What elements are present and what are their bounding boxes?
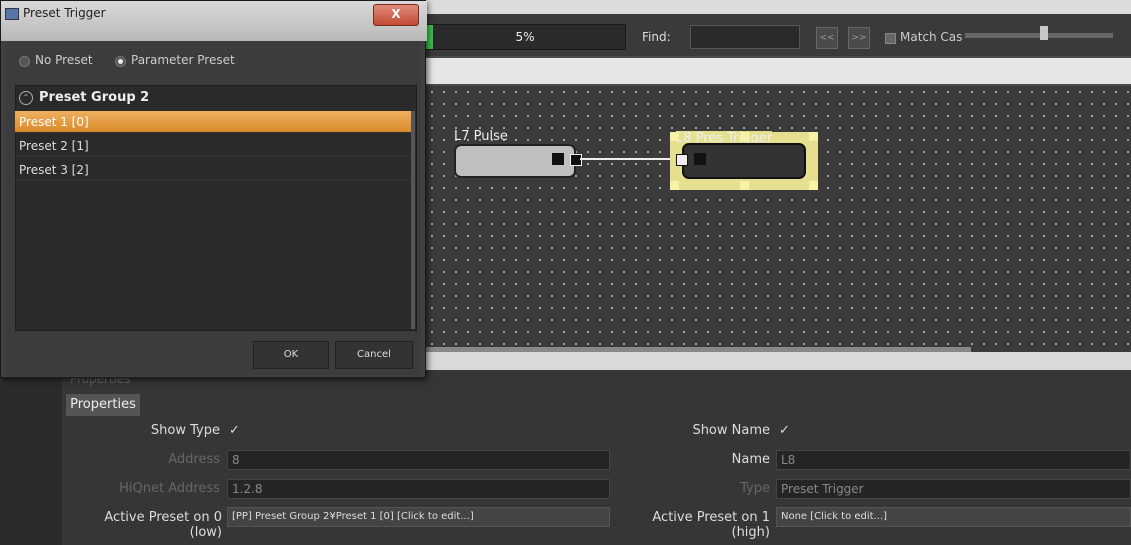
- dialog-title-bar[interactable]: Preset Trigger X: [1, 1, 427, 41]
- list-scrollbar[interactable]: [411, 111, 415, 329]
- name-field[interactable]: L8: [776, 450, 1131, 470]
- collapse-icon[interactable]: ⌃: [19, 91, 33, 105]
- name-label: Name: [731, 452, 770, 467]
- type-field: Preset Trigger: [776, 479, 1131, 499]
- type-label: Type: [740, 481, 770, 496]
- l8-port: [694, 153, 706, 165]
- output-port-icon[interactable]: [570, 154, 582, 166]
- resize-handle[interactable]: [670, 132, 679, 141]
- no-preset-radio[interactable]: [19, 56, 30, 67]
- parameter-preset-radio[interactable]: [115, 56, 126, 67]
- logic-canvas[interactable]: [426, 86, 1131, 352]
- double-chevron-right-icon: >>: [851, 33, 867, 43]
- cancel-button[interactable]: Cancel: [335, 341, 413, 369]
- show-type-checkbox[interactable]: ✓: [229, 423, 240, 438]
- connection-wire[interactable]: [580, 158, 682, 160]
- find-prev-button[interactable]: <<: [816, 27, 838, 49]
- show-name-label: Show Name: [692, 423, 770, 438]
- match-case-label: Match Cas: [900, 30, 963, 44]
- find-next-button[interactable]: >>: [848, 27, 870, 49]
- hiqnet-address-field[interactable]: 1.2.8: [227, 479, 610, 499]
- resize-handle[interactable]: [670, 181, 679, 190]
- close-button[interactable]: X: [373, 4, 419, 26]
- no-preset-label[interactable]: No Preset: [35, 53, 93, 67]
- input-port-icon[interactable]: [676, 154, 688, 166]
- progress-text: 5%: [515, 30, 535, 44]
- active-preset-high-button[interactable]: None [Click to edit...]: [776, 507, 1131, 527]
- resize-handle[interactable]: [740, 132, 749, 141]
- l7-block-label: L7 Pulse: [454, 129, 508, 144]
- tab-properties[interactable]: Properties: [66, 394, 140, 416]
- resize-handle[interactable]: [809, 132, 818, 141]
- zoom-slider-thumb[interactable]: [1040, 26, 1048, 40]
- resize-handle[interactable]: [740, 181, 749, 190]
- active-preset-high-label: Active Preset on 1 (high): [652, 510, 770, 540]
- resize-handle[interactable]: [809, 181, 818, 190]
- address-label: Address: [168, 452, 220, 467]
- list-item[interactable]: Preset 3 [2]: [15, 159, 413, 181]
- find-input[interactable]: [690, 25, 800, 49]
- ok-button[interactable]: OK: [253, 341, 329, 369]
- zoom-slider[interactable]: [965, 33, 1113, 38]
- preset-group-label: Preset Group 2: [39, 90, 150, 105]
- close-icon: X: [391, 7, 401, 21]
- preset-mode-radios: No Preset Parameter Preset: [11, 53, 311, 71]
- active-preset-low-label: Active Preset on 0 (low): [104, 510, 222, 540]
- l7-port: [552, 153, 564, 165]
- address-field[interactable]: 8: [227, 450, 610, 470]
- dialog-title: Preset Trigger: [23, 6, 106, 20]
- left-gutter: [0, 370, 62, 545]
- hiqnet-address-label: HiQnet Address: [119, 481, 220, 496]
- show-name-checkbox[interactable]: ✓: [779, 423, 790, 438]
- tab-strip-area: [426, 58, 1131, 84]
- preset-trigger-dialog: Preset Trigger X No Preset Parameter Pre…: [0, 0, 427, 378]
- active-preset-low-button[interactable]: [PP] Preset Group 2¥Preset 1 [0] [Click …: [227, 507, 610, 527]
- find-label: Find:: [642, 30, 671, 44]
- window-icon: [5, 8, 19, 20]
- show-type-label: Show Type: [150, 423, 220, 438]
- list-item[interactable]: Preset 1 [0]: [15, 111, 413, 133]
- progress-bar: 5%: [424, 24, 626, 50]
- double-chevron-left-icon: <<: [819, 33, 835, 43]
- match-case-checkbox[interactable]: [885, 33, 896, 44]
- parameter-preset-label[interactable]: Parameter Preset: [131, 53, 235, 67]
- list-item[interactable]: Preset 2 [1]: [15, 135, 413, 157]
